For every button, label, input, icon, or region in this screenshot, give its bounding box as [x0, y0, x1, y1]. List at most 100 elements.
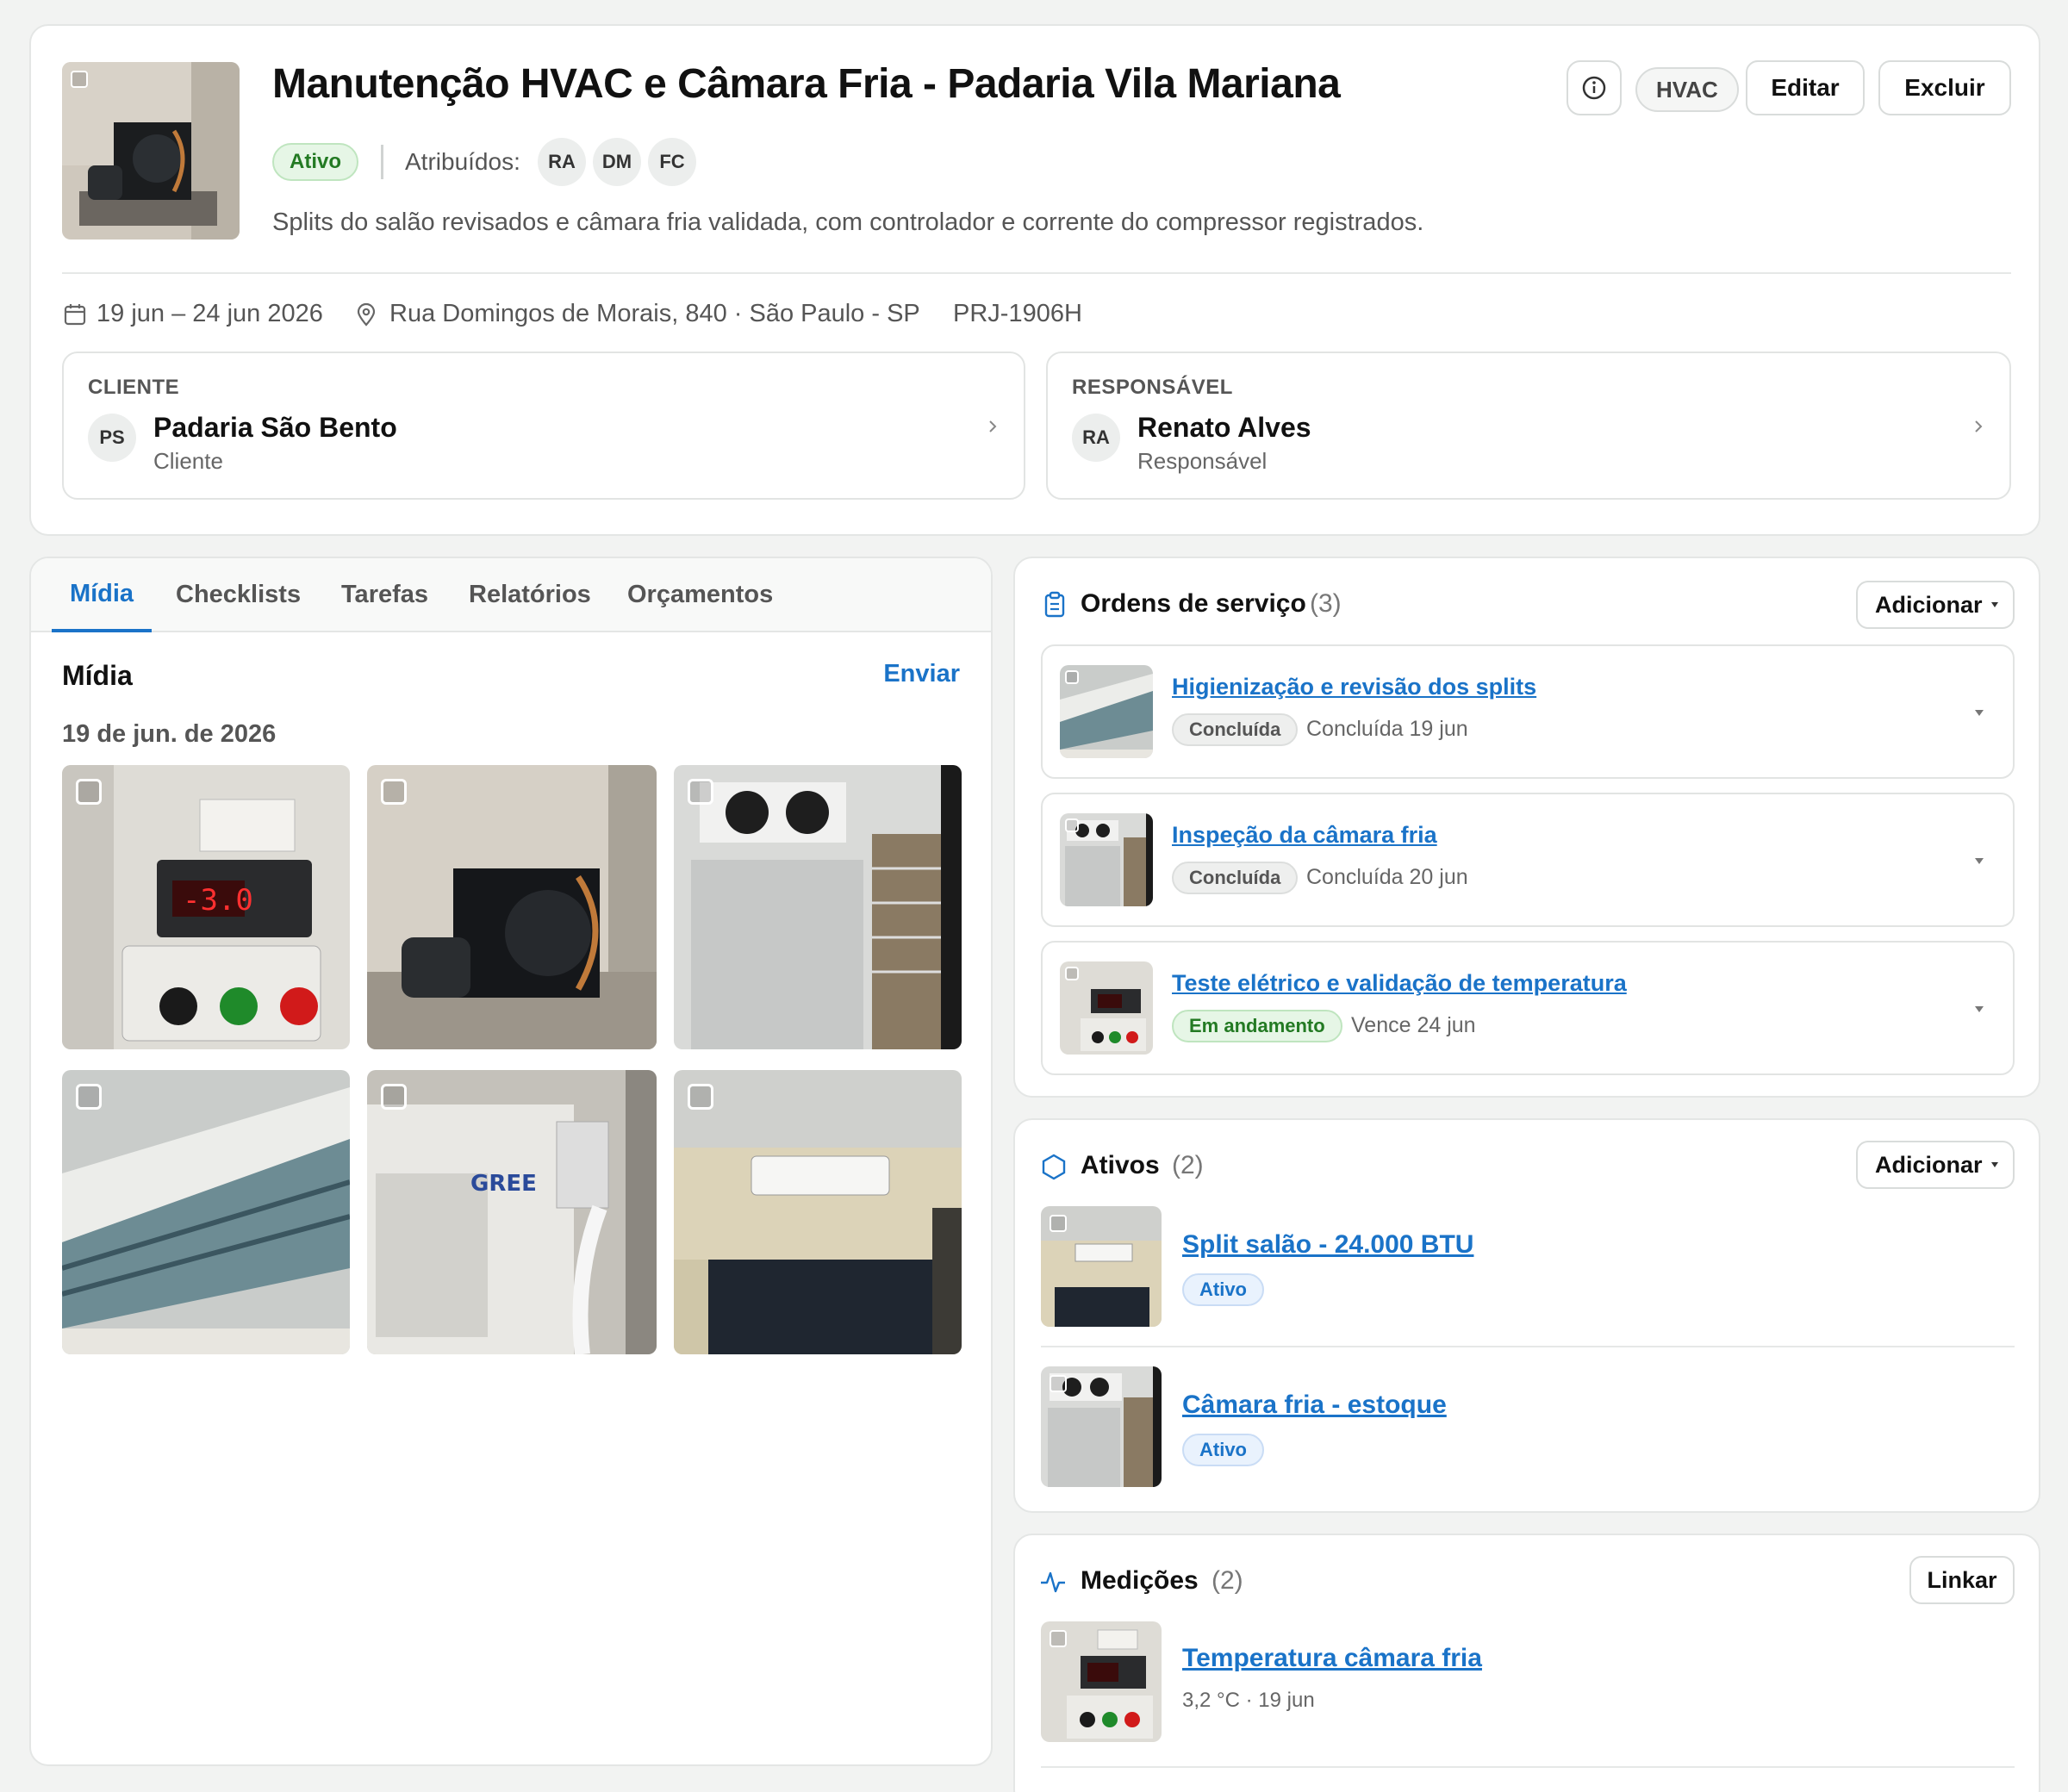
- service-order-item[interactable]: Inspeção da câmara fria Concluída Conclu…: [1041, 793, 2015, 927]
- image-select-checkbox[interactable]: [71, 71, 88, 88]
- location-pin-icon: [357, 302, 376, 327]
- media-image-condensing-unit[interactable]: [367, 765, 657, 1049]
- media-image-split-wall[interactable]: [674, 1070, 962, 1354]
- image-select-checkbox[interactable]: [381, 779, 407, 805]
- section-count: (2): [1212, 1566, 1243, 1595]
- media-image-outdoor-unit[interactable]: GREE: [367, 1070, 657, 1354]
- assignee-avatar[interactable]: DM: [593, 138, 641, 186]
- svg-text:-3.0: -3.0: [183, 883, 253, 918]
- media-date-group: 19 de jun. de 2026: [62, 720, 277, 748]
- responsible-avatar: RA: [1072, 414, 1120, 462]
- order-status-badge: Concluída: [1172, 713, 1299, 746]
- asset-title-link[interactable]: Câmara fria - estoque: [1182, 1391, 1447, 1420]
- assignee-avatar[interactable]: RA: [538, 138, 586, 186]
- service-order-item[interactable]: Higienização e revisão dos splits Conclu…: [1041, 644, 2015, 779]
- chevron-right-icon: [1975, 420, 1983, 432]
- client-avatar: PS: [88, 414, 136, 462]
- chevron-down-icon: [1990, 602, 1998, 607]
- info-icon: [1582, 76, 1606, 100]
- upload-button[interactable]: Enviar: [883, 660, 960, 688]
- measurement-item[interactable]: Temperatura câmara fria 3,2 °C · 19 jun: [1041, 1621, 2015, 1768]
- hexagon-icon: [1042, 1154, 1066, 1180]
- client-card[interactable]: CLIENTE PS Padaria São Bento Cliente: [62, 352, 1025, 500]
- tab-tasks[interactable]: Tarefas: [341, 581, 428, 609]
- asset-item[interactable]: Split salão - 24.000 BTU Ativo: [1041, 1206, 2015, 1347]
- section-label: RESPONSÁVEL: [1072, 376, 1233, 399]
- section-title: Ativos: [1081, 1151, 1160, 1179]
- measurement-meta: 3,2 °C · 19 jun: [1182, 1689, 1315, 1712]
- image-select-checkbox[interactable]: [1065, 967, 1079, 980]
- chevron-down-icon[interactable]: [1975, 858, 1984, 864]
- image-select-checkbox[interactable]: [381, 1084, 407, 1110]
- order-meta: Vence 24 jun: [1351, 1013, 1476, 1037]
- section-title: Medições: [1081, 1566, 1199, 1595]
- order-meta: Concluída 19 jun: [1306, 717, 1468, 741]
- client-name: Padaria São Bento: [153, 412, 397, 443]
- media-image-cold-room[interactable]: [674, 765, 962, 1049]
- header-separator: [62, 272, 2011, 274]
- measurements-panel: Medições (2) Linkar Temperatura câmara f…: [1013, 1534, 2040, 1792]
- asset-thumbnail: [1041, 1206, 1162, 1327]
- media-image-controller-panel[interactable]: -3.0: [62, 765, 350, 1049]
- add-asset-button[interactable]: Adicionar: [1856, 1141, 2015, 1189]
- tab-reports[interactable]: Relatórios: [469, 581, 591, 609]
- image-select-checkbox[interactable]: [1050, 1630, 1067, 1647]
- tab-media[interactable]: Mídia: [52, 558, 152, 632]
- order-thumbnail: [1060, 665, 1153, 758]
- image-select-checkbox[interactable]: [76, 1084, 102, 1110]
- image-select-checkbox[interactable]: [688, 779, 713, 805]
- status-badge: Ativo: [272, 143, 358, 181]
- responsible-card[interactable]: RESPONSÁVEL RA Renato Alves Responsável: [1046, 352, 2011, 500]
- project-address: Rua Domingos de Morais, 840 · São Paulo …: [389, 300, 920, 327]
- responsible-name: Renato Alves: [1137, 412, 1311, 443]
- tab-quotes[interactable]: Orçamentos: [627, 581, 773, 609]
- order-meta: Concluída 20 jun: [1306, 865, 1468, 889]
- chevron-down-icon[interactable]: [1975, 710, 1984, 716]
- assignee-avatar[interactable]: FC: [648, 138, 696, 186]
- asset-item[interactable]: Câmara fria - estoque Ativo: [1041, 1366, 2015, 1496]
- image-select-checkbox[interactable]: [688, 1084, 713, 1110]
- svg-text:GREE: GREE: [470, 1171, 537, 1197]
- image-select-checkbox[interactable]: [1050, 1215, 1067, 1232]
- section-count: (2): [1172, 1151, 1204, 1179]
- project-code: PRJ-1906H: [953, 300, 1082, 327]
- order-title-link[interactable]: Teste elétrico e validação de temperatur…: [1172, 970, 1627, 997]
- asset-status-badge: Ativo: [1182, 1434, 1264, 1466]
- tab-checklists[interactable]: Checklists: [176, 581, 301, 609]
- image-select-checkbox[interactable]: [1050, 1375, 1067, 1392]
- section-label: CLIENTE: [88, 376, 180, 399]
- responsible-role: Responsável: [1137, 448, 1268, 474]
- assignees-label: Atribuídos:: [405, 148, 520, 175]
- image-select-checkbox[interactable]: [1065, 818, 1079, 832]
- add-order-button[interactable]: Adicionar: [1856, 581, 2015, 629]
- measurement-title-link[interactable]: Temperatura câmara fria: [1182, 1644, 1482, 1673]
- divider: [381, 145, 383, 179]
- asset-thumbnail: [1041, 1366, 1162, 1487]
- delete-button[interactable]: Excluir: [1878, 60, 2011, 115]
- service-order-item[interactable]: Teste elétrico e validação de temperatur…: [1041, 941, 2015, 1075]
- section-count: (3): [1310, 589, 1342, 618]
- page-title: Manutenção HVAC e Câmara Fria - Padaria …: [272, 61, 1341, 107]
- chevron-down-icon: [1990, 1162, 1998, 1167]
- media-title: Mídia: [62, 660, 133, 691]
- asset-title-link[interactable]: Split salão - 24.000 BTU: [1182, 1230, 1473, 1260]
- tag-badge[interactable]: HVAC: [1635, 67, 1739, 112]
- service-orders-panel: Ordens de serviço (3) Adicionar Higieniz…: [1013, 557, 2040, 1098]
- project-cover-image[interactable]: [62, 62, 240, 240]
- client-role: Cliente: [153, 448, 223, 474]
- order-title-link[interactable]: Higienização e revisão dos splits: [1172, 674, 1536, 700]
- image-select-checkbox[interactable]: [1065, 670, 1079, 684]
- order-status-badge: Concluída: [1172, 862, 1299, 894]
- chevron-down-icon[interactable]: [1975, 1006, 1984, 1012]
- media-panel: Mídia Checklists Tarefas Relatórios Orça…: [29, 557, 993, 1766]
- image-select-checkbox[interactable]: [76, 779, 102, 805]
- info-button[interactable]: [1567, 60, 1622, 115]
- section-title: Ordens de serviço: [1081, 589, 1306, 618]
- order-status-badge: Em andamento: [1172, 1010, 1342, 1042]
- link-measurement-button[interactable]: Linkar: [1909, 1556, 2015, 1604]
- activity-icon: [1041, 1571, 1065, 1593]
- media-image-split-open[interactable]: [62, 1070, 350, 1354]
- order-title-link[interactable]: Inspeção da câmara fria: [1172, 822, 1437, 849]
- edit-button[interactable]: Editar: [1746, 60, 1865, 115]
- clipboard-icon: [1044, 591, 1065, 618]
